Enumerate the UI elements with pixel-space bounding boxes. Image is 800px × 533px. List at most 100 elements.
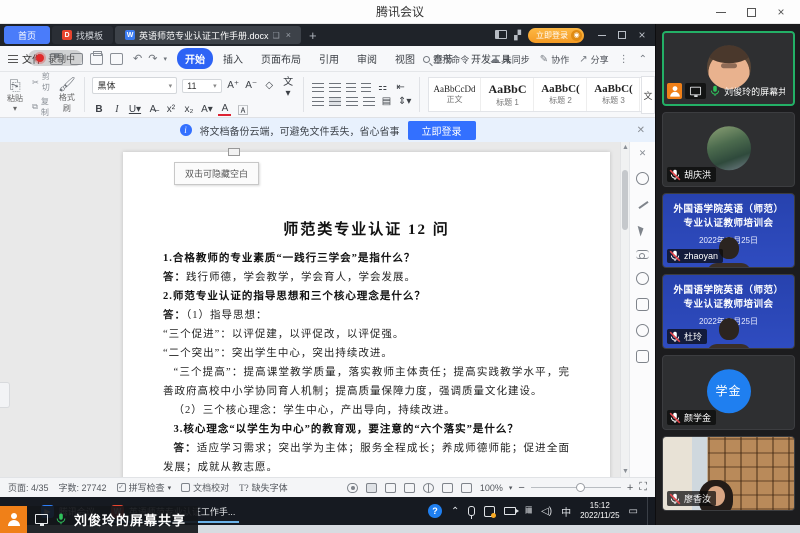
spellcheck-toggle[interactable]: ✓ 拼写检查▾ xyxy=(117,481,172,494)
italic-button[interactable]: I xyxy=(110,104,123,115)
zoom-dropdown-icon[interactable]: ▾ xyxy=(509,484,513,492)
tray-app-icon[interactable] xyxy=(484,506,495,517)
maximize-button[interactable] xyxy=(738,2,764,22)
ribbon-tab-review[interactable]: 审阅 xyxy=(349,48,385,69)
seal-stamp-icon[interactable] xyxy=(636,298,649,311)
vertical-scrollbar[interactable]: ▲ ▼ xyxy=(620,142,629,477)
new-tab-button[interactable]: + xyxy=(309,28,317,43)
underline-button[interactable]: U▾ xyxy=(128,104,141,115)
decrease-font-icon[interactable]: A⁻ xyxy=(245,80,258,91)
participant-tile-3[interactable]: 外国语学院英语（师范）专业认证教师培训会2022年11月25日zhaoyan xyxy=(662,193,795,268)
page-indicator[interactable]: 页面: 4/35 xyxy=(8,481,49,494)
scroll-down-icon[interactable]: ▼ xyxy=(622,468,629,475)
wps-restore-button[interactable] xyxy=(613,27,631,43)
clear-format-icon[interactable]: ◇ xyxy=(263,80,276,91)
paste-button[interactable]: ⎘ 粘贴 ▾ xyxy=(6,75,24,114)
network-icon[interactable]: 𝄜 xyxy=(525,506,532,517)
participant-tile-2[interactable]: 胡庆洪 xyxy=(662,112,795,187)
scrollbar-thumb[interactable] xyxy=(622,170,628,230)
ribbon-tab-insert[interactable]: 插入 xyxy=(215,48,251,69)
highlight-button[interactable]: A▾ xyxy=(200,104,213,115)
hide-whitespace-icon[interactable] xyxy=(228,148,240,156)
wps-close-button[interactable]: × xyxy=(633,27,651,43)
ribbon-tab-home[interactable]: 开始 xyxy=(177,48,213,69)
fit-page-icon[interactable] xyxy=(461,483,472,493)
clock[interactable]: 15:122022/11/25 xyxy=(580,501,619,521)
tray-expand-icon[interactable]: ⌃ xyxy=(451,506,459,517)
ink-pen-icon[interactable] xyxy=(442,483,453,493)
wrap-icon[interactable]: ⇤ xyxy=(394,82,407,93)
style-heading2[interactable]: AaBbC(标题 2 xyxy=(535,78,587,111)
zoom-level[interactable]: 100% xyxy=(480,483,503,493)
missing-font-button[interactable]: T? 缺失字体 xyxy=(239,481,288,494)
align-right-icon[interactable] xyxy=(346,97,358,106)
ribbon-tab-view[interactable]: 视图 xyxy=(387,48,423,69)
font-color-button[interactable]: A xyxy=(218,103,231,116)
print-icon[interactable] xyxy=(90,53,103,65)
document-page[interactable]: 师范类专业认证 12 问 1.合格教师的专业素质“一践行三学会”是指什么？答：践… xyxy=(123,152,610,477)
superscript-button[interactable]: x² xyxy=(164,104,177,115)
increase-font-icon[interactable]: A⁺ xyxy=(227,80,240,91)
justify-icon[interactable] xyxy=(363,97,375,106)
redo-dropdown-icon[interactable]: ▾ xyxy=(163,55,167,63)
strikethrough-button[interactable]: A̶ xyxy=(146,104,159,115)
show-marks-icon[interactable]: ⚏ xyxy=(376,82,389,93)
zoom-slider-knob[interactable] xyxy=(576,483,585,492)
adjust-settings-icon[interactable] xyxy=(636,250,649,259)
style-heading1[interactable]: AaBbC标题 1 xyxy=(482,78,534,111)
share-button[interactable]: ↗ 分享 xyxy=(579,53,608,66)
undo-icon[interactable]: ↶ xyxy=(133,52,142,65)
eye-protect-icon[interactable] xyxy=(347,483,358,493)
floating-share-bar[interactable]: 刘俊玲的屏幕共享 xyxy=(0,505,198,533)
scroll-up-icon[interactable]: ▲ xyxy=(622,144,629,151)
select-cursor-icon[interactable] xyxy=(636,224,649,237)
copy-button[interactable]: ⧉复制 xyxy=(32,96,50,118)
read-layout-icon[interactable] xyxy=(404,483,415,493)
decrease-indent-icon[interactable] xyxy=(346,83,356,92)
collaborate-button[interactable]: ✎ 协作 xyxy=(540,53,569,66)
rail-close-icon[interactable]: ✕ xyxy=(639,148,647,159)
minimize-button[interactable] xyxy=(708,2,734,22)
zoom-slider[interactable] xyxy=(531,487,621,488)
participant-tile-1[interactable]: 刘俊玲的屏幕共享 xyxy=(662,31,795,106)
participant-tile-6[interactable]: 廖香汝 xyxy=(662,436,795,511)
align-left-icon[interactable] xyxy=(312,97,324,106)
increase-indent-icon[interactable] xyxy=(361,83,371,92)
more-options-icon[interactable]: ⋮ xyxy=(619,54,629,65)
collapse-ribbon-icon[interactable]: ⌃ xyxy=(639,54,647,65)
numbered-list-icon[interactable] xyxy=(329,83,341,92)
document-canvas[interactable]: 师范类专业认证 12 问 1.合格教师的专业素质“一践行三学会”是指什么？答：践… xyxy=(0,142,620,477)
zoom-out-button[interactable]: − xyxy=(518,482,524,494)
assistant-icon[interactable] xyxy=(636,172,649,185)
show-desktop-button[interactable] xyxy=(647,497,651,525)
tray-camera-icon[interactable] xyxy=(504,507,516,515)
wps-tab-document[interactable]: W 英语师范专业认证工作手册.docx ❑ × xyxy=(115,26,301,44)
ime-indicator[interactable]: 中 xyxy=(561,504,571,519)
tab-grid-icon[interactable]: ▞ xyxy=(514,30,521,41)
ribbon-tab-references[interactable]: 引用 xyxy=(311,48,347,69)
style-heading3[interactable]: AaBbC(标题 3 xyxy=(588,78,640,111)
cut-button[interactable]: ✂剪切 xyxy=(32,71,50,93)
format-painter-button[interactable]: 🖌 格式刷 xyxy=(58,75,76,114)
doc-assistant-side-tab[interactable]: 文 xyxy=(641,76,655,114)
font-size-select[interactable]: 11▾ xyxy=(182,79,222,93)
volume-icon[interactable]: ◁) xyxy=(541,506,552,517)
text-effects-icon[interactable]: 文▾ xyxy=(281,73,296,99)
history-clock-icon[interactable] xyxy=(636,272,649,285)
bullet-list-icon[interactable] xyxy=(312,83,324,92)
qq-tray-icon[interactable]: ? xyxy=(428,504,442,518)
outline-view-icon[interactable] xyxy=(385,483,396,493)
participant-tile-4[interactable]: 外国语学院英语（师范）专业认证教师培训会2022年11月25日杜玲 xyxy=(662,274,795,349)
participant-tile-5[interactable]: 学金颜学金 xyxy=(662,355,795,430)
tray-mic-icon[interactable] xyxy=(468,506,475,516)
align-center-icon[interactable] xyxy=(329,97,341,106)
annotate-pen-icon[interactable] xyxy=(636,198,649,211)
close-button[interactable]: × xyxy=(768,2,794,22)
ribbon-tab-page-layout[interactable]: 页面布局 xyxy=(253,48,309,69)
wps-tab-home[interactable]: 首页 xyxy=(4,26,50,44)
notification-center-icon[interactable]: ▭ xyxy=(629,506,638,517)
read-mode-icon[interactable] xyxy=(636,350,649,363)
fullscreen-icon[interactable]: ⛶ xyxy=(639,481,647,494)
navigation-pane-handle[interactable] xyxy=(0,382,10,408)
web-layout-icon[interactable] xyxy=(423,483,434,493)
